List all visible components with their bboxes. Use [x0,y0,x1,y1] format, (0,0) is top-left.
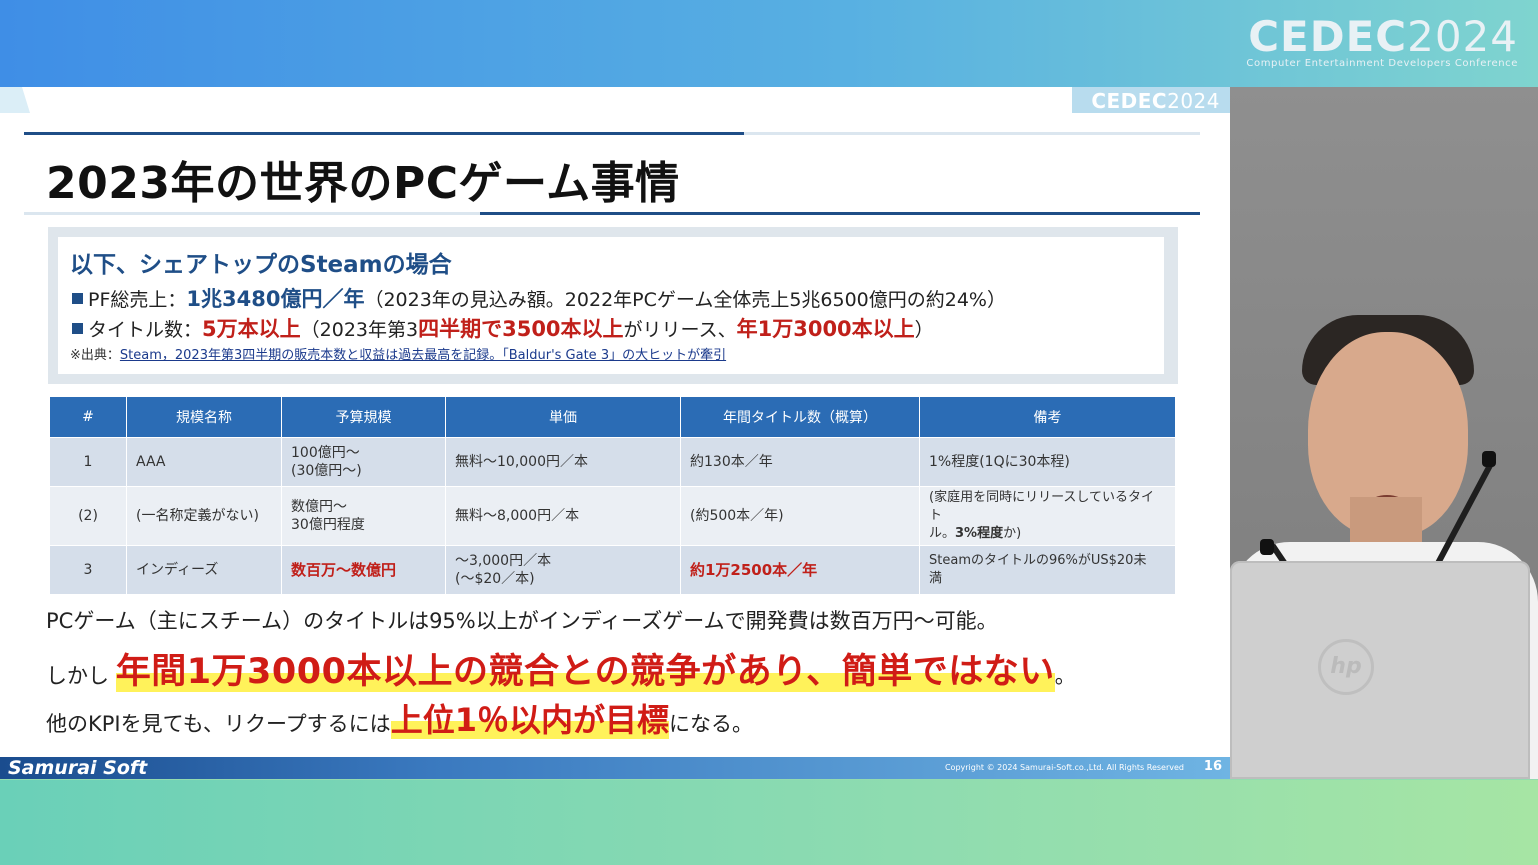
title-rule-bottom [24,212,1200,215]
summary-line-2: しかし 年間1万3000本以上の競合との競争があり、簡単ではない。 [46,652,1076,692]
cell-name: インディーズ [126,545,282,595]
cell-titles: (約500本／年) [680,486,920,546]
competition-highlight: 年間1万3000本以上の競合との競争があり、簡単ではない [115,652,1055,692]
cell-name: AAA [126,437,282,487]
event-logo-main: CEDEC [1248,12,1408,61]
bullet-square-icon [72,323,83,334]
revenue-value: 1兆3480億円／年 [186,287,365,311]
game-scale-table: # 規模名称 予算規模 単価 年間タイトル数（概算） 備考 1 AAA 100億… [49,396,1176,595]
presentation-slide: CEDEC2024 2023年の世界のPCゲーム事情 以下、シェアトップのSte… [0,87,1230,779]
source-link[interactable]: Steam，2023年第3四半期の販売本数と収益は過去最高を記録。「Baldur… [120,348,726,363]
background-bottom-band [0,780,1538,865]
cell-budget: 数百万～数億円 [281,545,446,595]
cell-price: 無料～10,000円／本 [445,437,681,487]
cell-budget: 数億円～ 30億円程度 [281,486,446,546]
cell-num: (2) [49,486,127,546]
page-number: 16 [1203,759,1222,774]
column-header: 年間タイトル数（概算） [680,396,920,438]
cell-titles: 約1万2500本／年 [680,545,920,595]
cell-num: 1 [49,437,127,487]
column-header: 単価 [445,396,681,438]
title-rule-top [24,132,1200,135]
steam-heading: 以下、シェアトップのSteamの場合 [70,252,452,278]
event-logo: CEDEC2024 Computer Entertainment Develop… [1246,12,1518,70]
column-header: # [49,396,127,438]
title-count-line: タイトル数：5万本以上（2023年第3四半期で3500本以上がリリース、年1万3… [72,313,934,343]
brand-logo: Samurai Soft [8,757,148,779]
slide-header-bar: CEDEC2024 [0,87,1230,113]
laptop: hp [1230,561,1530,779]
title-count-value: 5万本以上 [202,317,301,341]
microphone-right-icon [1482,451,1496,467]
event-logo-subtitle: Computer Entertainment Developers Confer… [1246,58,1518,69]
cell-budget: 100億円～ (30億円～) [281,437,446,487]
steam-info-box: 以下、シェアトップのSteamの場合 PF総売上：1兆3480億円／年（2023… [48,227,1178,384]
source-citation: ※出典：Steam，2023年第3四半期の販売本数と収益は過去最高を記録。「Ba… [70,348,727,363]
cell-titles: 約130本／年 [680,437,920,487]
table-header-row: # 規模名称 予算規模 単価 年間タイトル数（概算） 備考 [49,396,1176,438]
microphone-left-icon [1260,539,1274,555]
cell-price: 無料～8,000円／本 [445,486,681,546]
table-row: 1 AAA 100億円～ (30億円～) 無料～10,000円／本 約130本／年… [49,437,1176,487]
table-row: (2) (一名称定義がない) 数億円～ 30億円程度 無料～8,000円／本 (約… [49,486,1176,546]
table-row: 3 インディーズ 数百万～数億円 ～3,000円／本 (～$20／本) 約1万25… [49,545,1176,595]
slide-header-logo: CEDEC2024 [1091,89,1220,113]
cell-notes: Steamのタイトルの96%がUS$20未満 [919,545,1176,595]
summary-line-3: 他のKPIを見ても、リクープするには上位1％以内が目標になる。 [46,701,753,739]
column-header: 予算規模 [281,396,446,438]
slide-footer: Samurai Soft Copyright © 2024 Samurai-So… [0,757,1230,779]
cell-notes: 1%程度(1Qに30本程) [919,437,1176,487]
summary-line-1: PCゲーム（主にスチーム）のタイトルは95%以上がインディーズゲームで開発費は数… [46,609,998,633]
event-logo-year: 2024 [1407,12,1518,61]
column-header: 備考 [919,396,1176,438]
bullet-square-icon [72,293,83,304]
target-highlight: 上位1％以内が目標 [390,701,669,739]
speaker-video: hp [1230,87,1538,779]
cell-num: 3 [49,545,127,595]
copyright-text: Copyright © 2024 Samurai-Soft.co.,Ltd. A… [944,763,1184,772]
cell-name: (一名称定義がない) [126,486,282,546]
laptop-logo-icon: hp [1318,639,1374,695]
revenue-line: PF総売上：1兆3480億円／年（2023年の見込み額。2022年PCゲーム全体… [72,283,1006,313]
cell-price: ～3,000円／本 (～$20／本) [445,545,681,595]
column-header: 規模名称 [126,396,282,438]
slide-title: 2023年の世界のPCゲーム事情 [46,158,680,209]
cell-notes: (家庭用を同時にリリースしているタイト ル。3%程度か) [919,486,1176,546]
